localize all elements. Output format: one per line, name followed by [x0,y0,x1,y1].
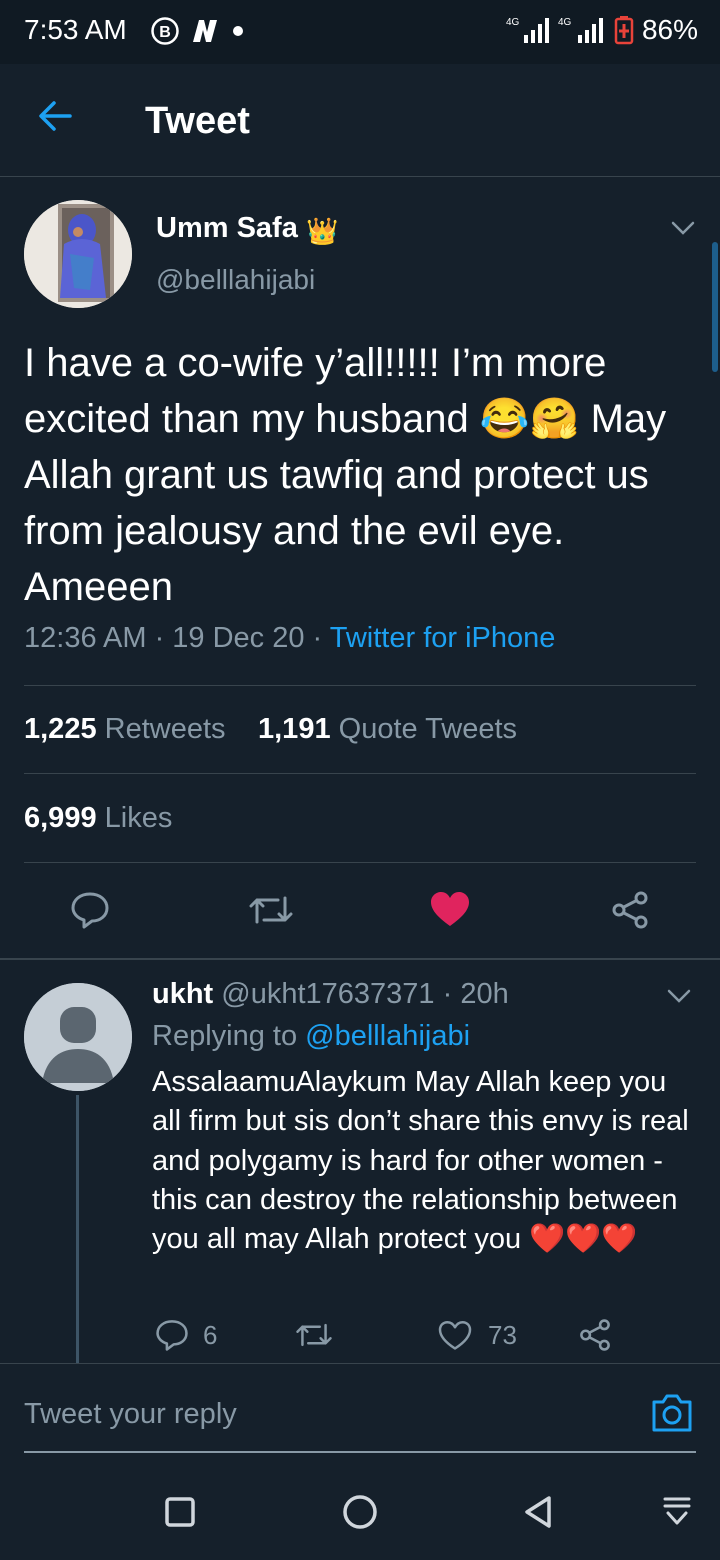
likes-label: Likes [104,802,173,834]
home-button[interactable] [342,1494,378,1535]
top-app-bar [0,64,720,177]
replying-prefix: Replying to [152,1020,306,1052]
author-avatar[interactable] [24,200,132,308]
chevron-down-lines-icon [663,1497,691,1525]
reply-reply-count: 6 [203,1319,218,1350]
signal-icon: 4G [506,17,549,43]
heart-outline-icon [438,1320,472,1350]
quotes-count: 1,191 [258,713,331,745]
reply-menu-button[interactable] [666,986,692,1011]
retweet-icon [249,896,293,924]
replying-to: Replying to @belllahijabi [152,1020,470,1053]
recents-button[interactable] [164,1496,196,1533]
quote-tweets-stat[interactable]: 1,191 Quote Tweets [258,713,517,746]
svg-text:4G: 4G [558,17,572,28]
signal-icon: 4G [558,17,603,43]
status-time: 7:53 AM [24,14,127,45]
section-divider [0,958,720,960]
reply-avatar[interactable] [24,983,132,1091]
reply-button[interactable] [70,890,110,935]
retweet-button[interactable] [248,892,294,933]
reply-like-button[interactable]: 73 [438,1320,517,1351]
share-icon [580,1319,610,1351]
reply-header: ukht @ukht17637371 · 20h [152,978,509,1011]
likes-count: 6,999 [24,802,97,834]
battery-percent: 86% [641,14,698,45]
divider [24,862,696,863]
n-app-icon [193,20,217,42]
svg-text:4G: 4G [506,17,520,28]
b-circle-icon: B [151,17,179,45]
divider [24,685,696,686]
thread-line [76,1095,79,1363]
crown-emoji: 👑 [306,216,339,246]
tweet-menu-button[interactable] [670,218,696,243]
reply-input-underline [24,1451,696,1453]
square-icon [165,1497,195,1527]
nav-drawer-button[interactable] [662,1496,692,1533]
retweets-label: Retweets [104,713,226,745]
back-nav-button[interactable] [522,1494,554,1535]
share-button[interactable] [610,890,650,935]
chevron-down-icon [667,989,691,1003]
tweet-meta: 12:36 AM · 19 Dec 20 · Twitter for iPhon… [24,622,555,655]
quotes-label: Quote Tweets [338,713,518,745]
dot-icon [233,26,243,36]
default-avatar-icon [24,983,132,1091]
chevron-down-icon [671,221,695,235]
reply-author-name[interactable]: ukht [152,978,213,1010]
svg-text:B: B [159,24,171,41]
retweet-icon [296,1323,332,1347]
comment-icon [71,892,109,929]
battery-icon [614,16,634,45]
arrow-left-icon [39,101,72,131]
reply-text: AssalaamuAlaykum May Allah keep you all … [152,1066,689,1256]
retweets-count: 1,225 [24,713,97,745]
reply-like-count: 73 [488,1320,517,1350]
share-icon [612,891,648,929]
reply-handle-time: @ukht17637371 · 20h [221,978,509,1010]
divider [24,773,696,774]
reply-reply-button[interactable]: 6 [155,1318,217,1352]
reply-retweet-button[interactable] [295,1320,333,1355]
circle-icon [343,1495,377,1529]
tweet-text: I have a co-wife y’all!!!!! I’m more exc… [24,341,667,609]
status-right-icons: 4G 4G 86% [506,14,698,46]
back-button[interactable] [36,96,76,141]
triangle-back-icon [525,1496,551,1528]
status-left-icons: B [150,16,246,46]
page-title: Tweet [145,100,250,142]
scrollbar[interactable] [712,242,718,372]
avatar-image [24,200,132,308]
camera-button[interactable] [650,1392,694,1439]
heart-filled-icon [431,892,469,926]
tweet-source-link[interactable]: Twitter for iPhone [330,622,556,654]
author-handle[interactable]: @belllahijabi [156,264,315,296]
tweet-timestamp: 12:36 AM · 19 Dec 20 · [24,622,330,654]
author-name[interactable]: Umm Safa [156,212,298,245]
reply-share-button[interactable] [578,1318,612,1357]
likes-stat[interactable]: 6,999 Likes [24,802,172,835]
comment-icon [156,1320,188,1351]
reply-input[interactable]: Tweet your reply [24,1398,237,1431]
camera-icon [652,1394,692,1432]
retweets-stat[interactable]: 1,225 Retweets [24,713,226,746]
like-button[interactable] [430,892,470,933]
replying-to-link[interactable]: @belllahijabi [305,1020,470,1052]
